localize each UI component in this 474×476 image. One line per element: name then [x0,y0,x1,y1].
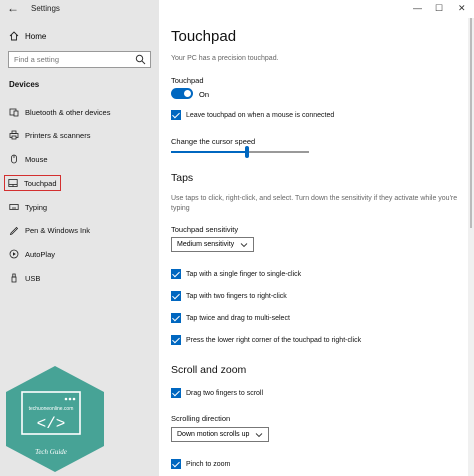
lower-right-corner-checkbox[interactable]: Press the lower right corner of the touc… [171,335,361,345]
search-icon [135,54,146,65]
sidebar-item-printers[interactable]: Printers & scanners [4,127,154,143]
checkbox-checked-icon [171,269,181,279]
checkbox-checked-icon [171,291,181,301]
chevron-down-icon [240,242,248,247]
sidebar-item-label: Bluetooth & other devices [25,107,111,117]
sidebar-item-typing[interactable]: Typing [4,199,154,215]
slider-fill [171,151,247,153]
touchpad-toggle[interactable] [171,88,193,99]
mouse-icon [11,154,17,164]
tap-two-fingers-checkbox[interactable]: Tap with two fingers to right-click [171,291,287,301]
cursor-speed-label: Change the cursor speed [171,137,256,146]
checkbox-label: Press the lower right corner of the touc… [186,336,362,344]
checkbox-label: Tap with a single finger to single-click [186,270,302,278]
sidebar-item-mouse[interactable]: Mouse [4,151,154,167]
printer-icon [9,130,19,140]
checkbox-label: Tap twice and drag to multi-select [186,314,290,322]
checkbox-checked-icon [171,335,181,345]
scroll-direction-label: Scrolling direction [171,414,231,423]
search-placeholder: Find a setting [14,55,60,64]
tap-single-finger-checkbox[interactable]: Tap with a single finger to single-click [171,269,301,279]
checkbox-checked-icon [171,110,181,120]
minimize-icon[interactable]: — [413,3,422,13]
back-arrow-icon[interactable]: ← [7,1,19,15]
sidebar-item-touchpad[interactable]: Touchpad [4,175,61,191]
sensitivity-dropdown[interactable]: Medium sensitivity [171,237,255,252]
pen-icon [9,226,19,235]
sidebar-item-bluetooth[interactable]: Bluetooth & other devices [4,104,154,120]
pinch-zoom-checkbox[interactable]: Pinch to zoom [171,459,230,469]
touchpad-icon [8,179,18,187]
checkbox-label: Tap with two fingers to right-click [186,292,287,300]
checkbox-label: Leave touchpad on when a mouse is connec… [186,111,335,119]
page-subtitle: Your PC has a precision touchpad. [171,55,279,62]
checkbox-checked-icon [171,388,181,398]
sidebar-item-label: AutoPlay [25,249,56,259]
touchpad-label: Touchpad [171,76,204,85]
scrollbar[interactable] [468,18,474,476]
checkbox-checked-icon [171,459,181,469]
slider-thumb[interactable] [244,146,249,158]
sidebar-item-label: Touchpad [24,178,57,188]
sidebar-item-autoplay[interactable]: AutoPlay [4,246,154,262]
page-title: Touchpad [171,28,237,45]
scroll-zoom-heading: Scroll and zoom [171,364,247,376]
taps-heading: Taps [171,172,194,184]
sidebar-item-label: USB [25,273,41,283]
watermark-caption: Tech Guide [35,448,67,456]
watermark-code-glyph: </> [37,415,66,433]
home-label: Home [25,31,47,41]
usb-icon [11,273,17,283]
checkbox-label: Drag two fingers to scroll [186,389,264,397]
sidebar: ← Settings Home Find a setting Devices B… [0,0,159,476]
sidebar-item-label: Mouse [25,154,48,164]
taps-description: Use taps to click, right-click, and sele… [171,195,458,212]
sidebar-item-usb[interactable]: USB [4,270,154,286]
section-title-devices: Devices [9,80,40,89]
autoplay-icon [9,249,19,259]
dropdown-value: Medium sensitivity [177,241,235,248]
window-title: Settings [31,4,60,13]
main-content: — ☐ ✕ Touchpad Your PC has a precision t… [159,0,474,476]
sidebar-item-label: Pen & Windows Ink [25,225,91,235]
scrollbar-thumb[interactable] [470,18,472,228]
home-icon [9,31,19,41]
bluetooth-icon [9,108,19,117]
search-input[interactable]: Find a setting [8,51,151,68]
title-bar-left: ← Settings [0,0,159,18]
chevron-down-icon [256,432,263,437]
cursor-speed-slider[interactable] [171,146,309,158]
checkbox-label: Pinch to zoom [186,460,231,468]
scroll-direction-dropdown[interactable]: Down motion scrolls up [171,427,270,442]
sidebar-item-pen[interactable]: Pen & Windows Ink [4,222,154,238]
leave-on-mouse-checkbox[interactable]: Leave touchpad on when a mouse is connec… [171,110,334,120]
maximize-icon[interactable]: ☐ [435,3,443,14]
sidebar-item-label: Printers & scanners [25,130,91,140]
sidebar-item-label: Typing [25,202,48,212]
keyboard-icon [9,204,19,210]
sensitivity-label: Touchpad sensitivity [171,225,239,234]
dropdown-value: Down motion scrolls up [177,431,250,438]
checkbox-checked-icon [171,313,181,323]
close-icon[interactable]: ✕ [458,3,466,14]
home-link[interactable]: Home [9,31,46,41]
tap-twice-drag-checkbox[interactable]: Tap twice and drag to multi-select [171,313,290,323]
watermark-logo: techuoneonline.com </> Tech Guide [6,366,104,472]
drag-two-fingers-checkbox[interactable]: Drag two fingers to scroll [171,388,263,398]
watermark-site: techuoneonline.com [29,406,74,412]
toggle-state: On [199,90,210,99]
